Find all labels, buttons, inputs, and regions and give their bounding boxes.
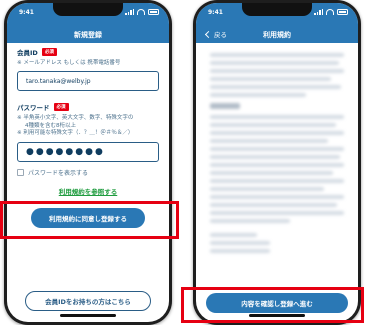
required-badge: 必須 — [41, 48, 57, 56]
nav-bar: 9:41 新規登録 — [7, 3, 169, 43]
existing-member-button[interactable]: 会員IDをお持ちの方はこちら — [25, 291, 151, 311]
show-password-label: パスワードを表示する — [28, 169, 89, 177]
status-time: 9:41 — [208, 9, 223, 16]
page-title: 利用規約 — [263, 31, 291, 39]
highlight-agree-register — [0, 201, 179, 239]
signal-icon — [314, 8, 323, 15]
phone-terms: 9:41 戻る 利用規約 内容を確認し登録へ進む — [193, 0, 361, 325]
page-title: 新規登録 — [74, 31, 102, 39]
phone-registration: 9:41 新規登録 会員ID 必須 ※ メールアドレス もしくは 携帯電話番号 … — [4, 0, 172, 325]
password-field[interactable]: ●●●●●●●● — [17, 141, 159, 162]
wifi-icon — [326, 8, 334, 15]
notch — [53, 3, 123, 16]
member-id-hint: ※ メールアドレス もしくは 携帯電話番号 — [17, 60, 121, 66]
status-icons — [125, 8, 159, 15]
wifi-icon — [137, 8, 145, 15]
password-hint-3: ※ 利用可能な特殊文字（．？＿！＠＃％＆／） — [17, 130, 134, 137]
composite-screenshot: 9:41 新規登録 会員ID 必須 ※ メールアドレス もしくは 携帯電話番号 … — [0, 0, 367, 325]
password-label: パスワード — [17, 104, 50, 113]
battery-icon — [148, 8, 159, 15]
notch — [242, 3, 312, 16]
home-indicator — [60, 314, 116, 317]
terms-screen: 9:41 戻る 利用規約 内容を確認し登録へ進む — [196, 3, 358, 322]
member-id-label-row: 会員ID 必須 — [17, 47, 159, 57]
battery-icon — [337, 8, 348, 15]
password-label-row: パスワード 必須 — [17, 102, 159, 112]
highlight-confirm-proceed — [181, 287, 364, 323]
nav-bar: 9:41 戻る 利用規約 — [196, 3, 358, 43]
member-id-label: 会員ID — [17, 49, 38, 57]
required-badge: 必須 — [53, 103, 69, 112]
status-icons — [314, 8, 348, 15]
terms-link[interactable]: 利用規約を参照する — [17, 186, 159, 196]
member-id-field[interactable]: taro.tanaka@welby.jp — [17, 71, 159, 92]
password-hint-1: ※ 半角英小文字、英大文字、数字、特殊文字の — [17, 115, 134, 122]
registration-form: 会員ID 必須 ※ メールアドレス もしくは 携帯電話番号 taro.tanak… — [17, 47, 159, 196]
show-password-checkbox[interactable] — [17, 168, 24, 176]
show-password-row[interactable]: パスワードを表示する — [17, 168, 159, 177]
signal-icon — [125, 8, 134, 15]
terms-body-blurred — [210, 53, 344, 262]
registration-screen: 9:41 新規登録 会員ID 必須 ※ メールアドレス もしくは 携帯電話番号 … — [7, 3, 169, 322]
status-time: 9:41 — [19, 9, 34, 16]
